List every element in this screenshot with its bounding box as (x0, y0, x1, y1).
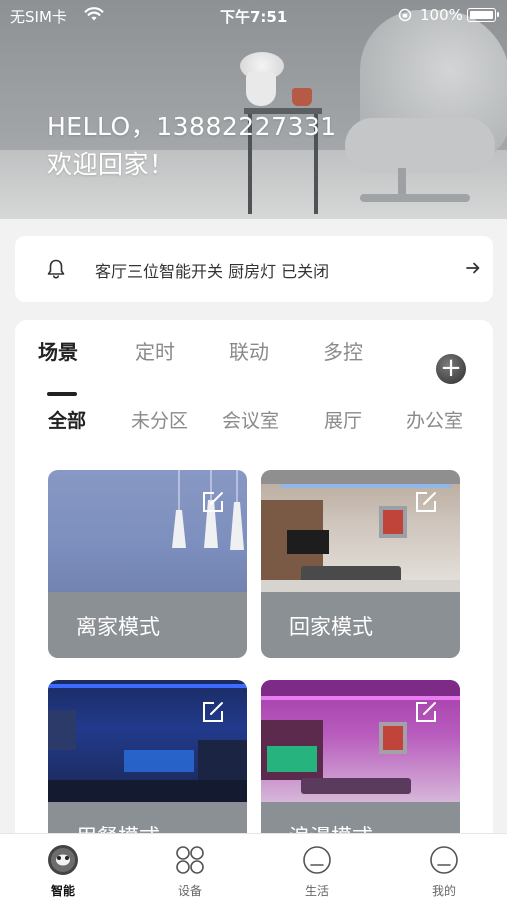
tabbar-mine[interactable]: 我的 (381, 834, 507, 900)
bottom-tab-bar: 智能 设备 生活 我的 (0, 833, 507, 900)
dining-room-illustration (48, 684, 247, 802)
greeting: HELLO，13882227331 欢迎回家！ (47, 108, 337, 184)
rotation-lock-icon (398, 8, 412, 22)
carrier-label: 无SIM卡 (10, 8, 67, 26)
add-button[interactable]: + (436, 354, 466, 384)
living-room-illustration (261, 470, 460, 592)
hero-mug (292, 88, 312, 106)
edit-icon[interactable] (201, 490, 225, 514)
smart-home-icon (48, 845, 78, 875)
hero-chair-base (360, 194, 470, 202)
scene-label: 离家模式 (76, 615, 160, 639)
category-filter: 全部 未分区 会议室 展厅 办公室 (15, 406, 493, 436)
scene-label: 回家模式 (289, 615, 373, 639)
life-face-icon (303, 846, 331, 874)
tab-timer[interactable]: 定时 (135, 336, 175, 365)
battery-percent: 100% (420, 6, 463, 24)
tabbar-life[interactable]: 生活 (254, 834, 380, 900)
tab-linkage[interactable]: 联动 (229, 336, 269, 365)
category-all[interactable]: 全部 (48, 406, 86, 433)
battery-icon (467, 8, 499, 22)
hero-vase (246, 72, 276, 106)
hero-banner: HELLO，13882227331 欢迎回家！ (0, 0, 507, 219)
scene-photo (261, 680, 460, 802)
tab-bar: 场景 定时 联动 多控 + (15, 336, 493, 396)
wifi-icon (84, 7, 104, 21)
scene-photo (48, 470, 247, 592)
scene-card-home[interactable]: 回家模式 (261, 470, 460, 658)
tabbar-label: 生活 (304, 884, 329, 898)
tabbar-smart[interactable]: 智能 (0, 834, 126, 900)
profile-face-icon (430, 846, 458, 874)
category-showroom[interactable]: 展厅 (324, 406, 362, 433)
edit-icon[interactable] (414, 490, 438, 514)
devices-grid-icon (176, 846, 204, 874)
edit-icon[interactable] (201, 700, 225, 724)
category-meeting-room[interactable]: 会议室 (222, 406, 279, 433)
scene-card-away[interactable]: 离家模式 (48, 470, 247, 658)
tabbar-label: 智能 (50, 884, 75, 898)
romantic-room-illustration (261, 680, 460, 794)
tabbar-label: 我的 (431, 884, 456, 898)
notification-card[interactable]: 客厅三位智能开关 厨房灯 已关闭 (15, 236, 493, 302)
status-time: 下午7:51 (220, 8, 288, 26)
active-tab-indicator (47, 392, 77, 396)
hero-chair-seat (345, 118, 495, 173)
category-unassigned[interactable]: 未分区 (131, 406, 188, 433)
category-office[interactable]: 办公室 (406, 406, 463, 433)
bell-icon (47, 259, 65, 279)
plus-icon: + (440, 353, 462, 383)
tab-scene[interactable]: 场景 (38, 336, 78, 365)
scene-photo (48, 680, 247, 802)
edit-icon[interactable] (414, 700, 438, 724)
pendant-lights-illustration (172, 470, 244, 550)
scene-photo (261, 470, 460, 592)
greeting-line-2: 欢迎回家！ (47, 150, 175, 179)
smart-home-screen: HELLO，13882227331 欢迎回家！ 无SIM卡 下午7:51 100… (0, 0, 507, 900)
status-bar: 无SIM卡 下午7:51 100% (0, 0, 507, 30)
arrow-right-icon[interactable] (465, 260, 481, 276)
tab-multi-control[interactable]: 多控 (323, 336, 363, 365)
tabbar-devices[interactable]: 设备 (127, 834, 253, 900)
tabbar-label: 设备 (177, 884, 202, 898)
greeting-line-1: HELLO，13882227331 (47, 112, 337, 141)
scene-panel: 场景 定时 联动 多控 + 全部 未分区 会议室 展厅 办公室 离家模式 回家模… (15, 320, 493, 900)
notification-text: 客厅三位智能开关 厨房灯 已关闭 (95, 262, 330, 281)
